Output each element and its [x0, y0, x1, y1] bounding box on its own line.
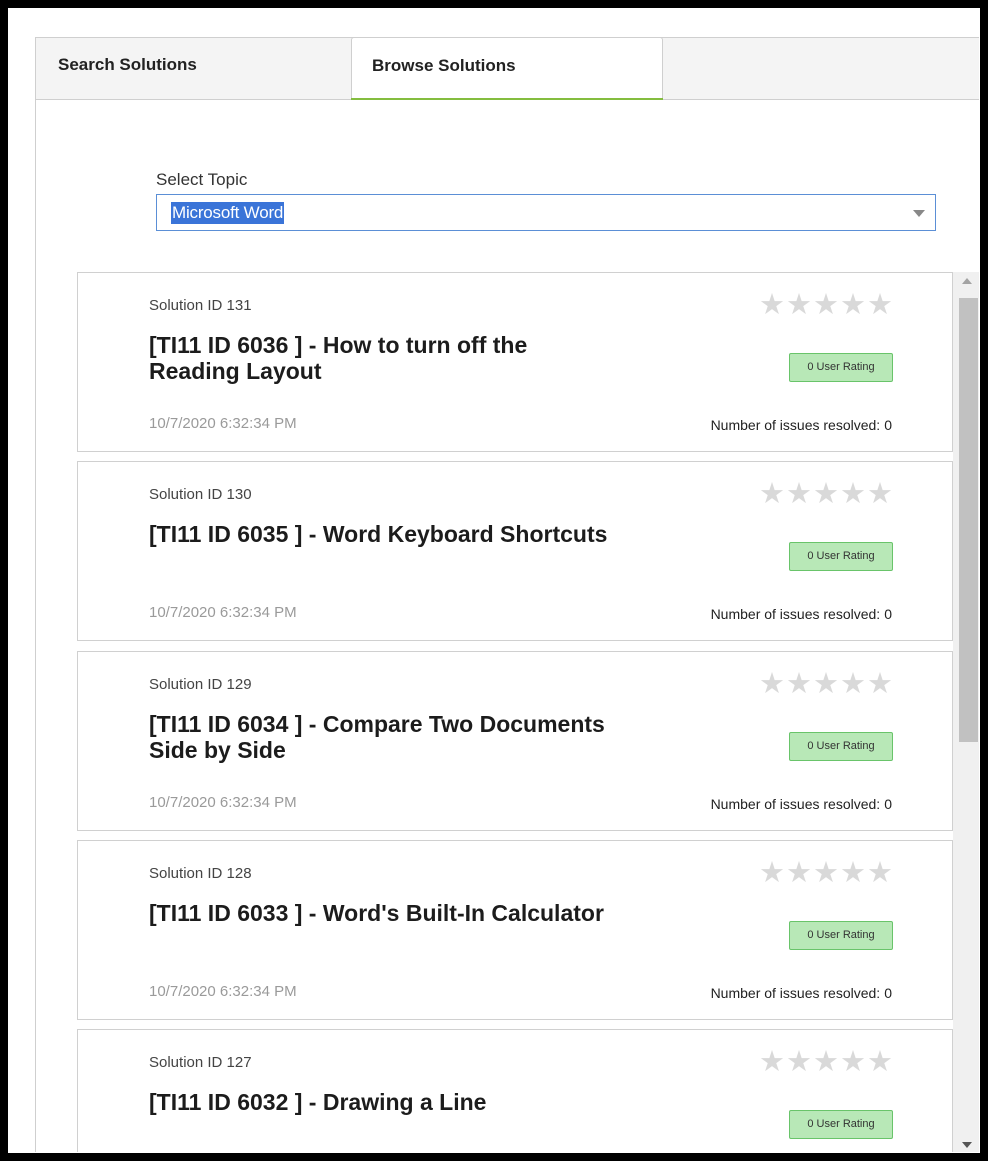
solution-id: Solution ID 131: [149, 297, 252, 314]
issues-resolved-count: 0: [884, 606, 892, 622]
scroll-down-arrow-icon[interactable]: [962, 1142, 972, 1148]
user-rating-badge: 0 User Rating: [789, 353, 893, 382]
issues-resolved-count: 0: [884, 985, 892, 1001]
issues-resolved-label: Number of issues resolved:: [710, 985, 881, 1001]
solution-title[interactable]: [TI11 ID 6032 ] - Drawing a Line: [149, 1089, 619, 1115]
solution-date: 10/7/2020 6:32:34 PM: [149, 415, 297, 432]
solution-title[interactable]: [TI11 ID 6036 ] - How to turn off the Re…: [149, 332, 619, 384]
star-rating-icon[interactable]: ★★★★★: [759, 289, 894, 321]
issues-resolved: Number of issues resolved: 0: [707, 796, 892, 812]
user-rating-badge: 0 User Rating: [789, 1110, 893, 1139]
solution-date: 10/7/2020 6:32:34 PM: [149, 604, 297, 621]
solution-id: Solution ID 130: [149, 486, 252, 503]
scrollbar-thumb[interactable]: [959, 298, 978, 742]
issues-resolved-label: Number of issues resolved:: [710, 417, 881, 433]
star-rating-icon[interactable]: ★★★★★: [759, 857, 894, 889]
solution-title[interactable]: [TI11 ID 6035 ] - Word Keyboard Shortcut…: [149, 521, 619, 547]
solution-date: 10/7/2020 6:32:34 PM: [149, 983, 297, 1000]
user-rating-badge: 0 User Rating: [789, 921, 893, 950]
solution-card[interactable]: Solution ID 127 [TI11 ID 6032 ] - Drawin…: [77, 1029, 953, 1152]
list-scrollbar[interactable]: [953, 272, 979, 1152]
browse-content: Select Topic Microsoft Word Solution ID …: [35, 100, 979, 1152]
solution-id: Solution ID 129: [149, 676, 252, 693]
topic-select[interactable]: Microsoft Word: [156, 194, 936, 231]
tab-browse-solutions[interactable]: Browse Solutions: [351, 37, 663, 102]
solution-list: Solution ID 131 [TI11 ID 6036 ] - How to…: [77, 272, 979, 1152]
solution-id: Solution ID 128: [149, 865, 252, 882]
tab-bar: Search Solutions Browse Solutions: [35, 37, 979, 102]
issues-resolved: Number of issues resolved: 0: [707, 985, 892, 1001]
chevron-down-icon: [913, 210, 925, 217]
issues-resolved: Number of issues resolved: 0: [707, 417, 892, 433]
issues-resolved: Number of issues resolved: 0: [707, 606, 892, 622]
solution-date: 10/7/2020 6:32:34 PM: [149, 794, 297, 811]
issues-resolved-count: 0: [884, 796, 892, 812]
tab-search-solutions[interactable]: Search Solutions: [36, 37, 351, 100]
select-topic-label: Select Topic: [156, 170, 248, 189]
star-rating-icon[interactable]: ★★★★★: [759, 668, 894, 700]
solution-card[interactable]: Solution ID 131 [TI11 ID 6036 ] - How to…: [77, 272, 953, 452]
solution-card[interactable]: Solution ID 129 [TI11 ID 6034 ] - Compar…: [77, 651, 953, 831]
solution-card[interactable]: Solution ID 130 [TI11 ID 6035 ] - Word K…: [77, 461, 953, 641]
user-rating-badge: 0 User Rating: [789, 542, 893, 571]
star-rating-icon[interactable]: ★★★★★: [759, 1046, 894, 1078]
issues-resolved-count: 0: [884, 417, 892, 433]
solution-id: Solution ID 127: [149, 1054, 252, 1071]
solution-title[interactable]: [TI11 ID 6034 ] - Compare Two Documents …: [149, 711, 619, 763]
scroll-up-arrow-icon[interactable]: [962, 278, 972, 284]
topic-select-value: Microsoft Word: [171, 202, 285, 224]
solutions-panel: Search Solutions Browse Solutions Select…: [8, 8, 980, 1153]
star-rating-icon[interactable]: ★★★★★: [759, 478, 894, 510]
tab-browse-label: Browse Solutions: [372, 56, 516, 75]
issues-resolved-label: Number of issues resolved:: [710, 796, 881, 812]
issues-resolved-label: Number of issues resolved:: [710, 606, 881, 622]
user-rating-badge: 0 User Rating: [789, 732, 893, 761]
solution-title[interactable]: [TI11 ID 6033 ] - Word's Built-In Calcul…: [149, 900, 619, 926]
solution-card[interactable]: Solution ID 128 [TI11 ID 6033 ] - Word's…: [77, 840, 953, 1020]
